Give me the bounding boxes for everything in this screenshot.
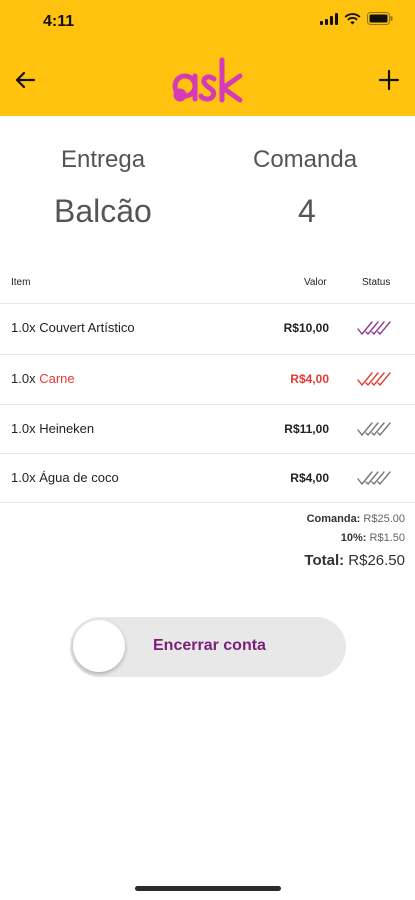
table-header: Item Valor Status (0, 270, 415, 300)
row-name: Heineken (39, 421, 95, 436)
delivery-label: Entrega (61, 146, 146, 173)
row-name: Carne (39, 371, 75, 386)
check-status-icon (357, 468, 391, 493)
row-value: R$11,00 (284, 422, 329, 436)
row-item: 1.0x Heineken (11, 421, 94, 436)
close-account-label: Encerrar conta (153, 637, 266, 654)
row-qty: 1.0x (11, 421, 36, 436)
row-value: R$4,00 (290, 372, 329, 386)
toggle-knob[interactable] (73, 620, 125, 672)
signal-icon (320, 12, 338, 25)
table-row[interactable]: 1.0x Couvert Artístico R$10,00 (0, 304, 415, 353)
table-row[interactable]: 1.0x Heineken R$11,00 (0, 405, 415, 454)
table-row[interactable]: 1.0x Carne R$4,00 (0, 355, 415, 404)
order-label: Comanda (253, 146, 358, 173)
row-name: Água de coco (39, 470, 119, 485)
subtotal-value: R$25.00 (363, 513, 405, 525)
order-value: 4 (298, 193, 316, 229)
home-indicator (135, 886, 281, 891)
status-icons (320, 12, 393, 25)
service-fee-value: R$1.50 (369, 532, 405, 544)
battery-icon (367, 12, 393, 25)
column-valor: Valor (304, 277, 327, 288)
app-logo (170, 52, 246, 108)
table-row[interactable]: 1.0x Água de coco R$4,00 (0, 454, 415, 503)
row-qty: 1.0x (11, 371, 36, 386)
row-qty: 1.0x (11, 470, 36, 485)
column-item: Item (11, 277, 31, 288)
row-value: R$4,00 (290, 471, 329, 485)
row-name: Couvert Artístico (39, 320, 135, 335)
service-fee-label: 10%: (340, 532, 367, 544)
app-header: 4:11 (0, 0, 415, 116)
back-button[interactable] (12, 66, 40, 94)
close-account-toggle[interactable]: Encerrar conta (70, 617, 346, 677)
arrow-left-icon (15, 71, 36, 89)
subtotal-line: Comanda: R$25.00 (307, 513, 405, 525)
row-item: 1.0x Água de coco (11, 470, 119, 485)
add-button[interactable] (375, 66, 403, 94)
service-fee-line: 10%: R$1.50 (341, 532, 405, 544)
row-item: 1.0x Carne (11, 371, 75, 386)
total-label: Total: (304, 552, 345, 569)
subtotal-label: Comanda: (306, 513, 361, 525)
plus-icon (378, 69, 400, 91)
row-value: R$10,00 (283, 321, 329, 335)
delivery-value: Balcão (54, 193, 152, 229)
check-status-icon (357, 419, 391, 444)
check-status-icon (357, 318, 391, 343)
row-item: 1.0x Couvert Artístico (11, 320, 135, 335)
total-value: R$26.50 (348, 552, 405, 569)
divider (0, 502, 415, 503)
wifi-icon (344, 12, 361, 25)
check-status-icon (357, 369, 391, 394)
column-status: Status (362, 277, 391, 288)
total-line: Total: R$26.50 (304, 552, 405, 569)
status-time: 4:11 (43, 13, 75, 30)
row-qty: 1.0x (11, 320, 36, 335)
